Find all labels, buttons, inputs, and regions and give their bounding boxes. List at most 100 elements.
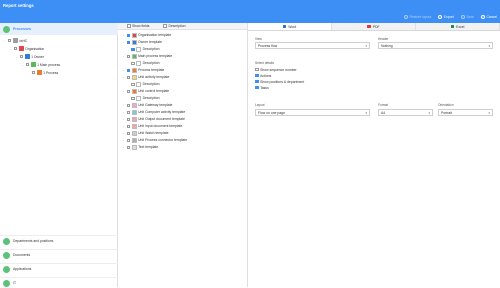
- template-row[interactable]: › Unit Watch template: [118, 130, 248, 137]
- template-row[interactable]: › Unit activity template: [118, 74, 248, 81]
- template-checkbox[interactable]: [126, 145, 131, 150]
- expand-icon[interactable]: ›: [122, 75, 125, 79]
- detail-option-label: Tasks: [260, 85, 269, 90]
- template-checkbox[interactable]: [126, 89, 131, 94]
- template-row[interactable]: › Unit Process connector template: [118, 137, 248, 144]
- action-0-button[interactable]: Restore layout: [404, 15, 431, 19]
- template-checkbox[interactable]: [126, 33, 131, 38]
- template-checkbox[interactable]: [126, 103, 131, 108]
- tab-1-icon: [367, 24, 371, 29]
- template-checkbox[interactable]: [131, 61, 135, 66]
- template-checkbox[interactable]: [131, 82, 135, 87]
- tree-node-checkbox[interactable]: [7, 38, 12, 43]
- template-checkbox[interactable]: [126, 75, 131, 80]
- tree-node[interactable]: − 1 Owner: [15, 53, 44, 60]
- template-checkbox[interactable]: [126, 124, 131, 129]
- nav-item[interactable]: Applications: [0, 263, 118, 274]
- header-select[interactable]: Nothing ▾: [378, 42, 493, 49]
- expand-icon[interactable]: ›: [122, 89, 125, 93]
- template-label: Description: [142, 82, 160, 87]
- expand-icon[interactable]: ›: [122, 131, 125, 135]
- template-checkbox[interactable]: [126, 54, 131, 59]
- expand-icon[interactable]: ›: [122, 138, 125, 142]
- expand-icon[interactable]: ›: [122, 103, 125, 107]
- description-label: Description: [168, 24, 186, 28]
- expand-icon[interactable]: ›: [122, 145, 125, 149]
- template-row[interactable]: › Owner template: [118, 39, 248, 46]
- template-row[interactable]: › Unit Computer activity template: [118, 109, 248, 116]
- tree-node-checkbox[interactable]: [25, 62, 30, 67]
- template-row[interactable]: › Unit Output document template: [118, 116, 248, 123]
- detail-option[interactable]: Tasks: [255, 85, 269, 90]
- detail-option[interactable]: Actions: [255, 73, 271, 78]
- tree-node[interactable]: − 1 Main process: [21, 61, 60, 68]
- nav-item[interactable]: Documents: [0, 249, 118, 260]
- detail-option[interactable]: Show sequence number: [255, 67, 297, 72]
- detail-option-checkbox[interactable]: [255, 85, 259, 90]
- template-checkbox[interactable]: [131, 96, 135, 101]
- template-checkbox[interactable]: [126, 131, 131, 136]
- template-label: Unit Gateway template: [138, 103, 173, 108]
- expand-icon[interactable]: ›: [122, 33, 125, 37]
- template-icon: [131, 74, 137, 80]
- description-checkbox[interactable]: [163, 24, 168, 28]
- show-fields-toggle[interactable]: Show fields: [127, 24, 149, 28]
- export-settings-panel: Word PDF Excel View Process flow ▾ Header N…: [248, 23, 500, 287]
- tree-toggle-icon[interactable]: −: [21, 63, 24, 67]
- tree-node[interactable]: 1 Process: [27, 69, 58, 76]
- detail-option-checkbox[interactable]: [255, 79, 259, 84]
- description-toggle[interactable]: Description: [163, 24, 186, 28]
- tree-node-checkbox[interactable]: [19, 54, 24, 59]
- template-checkbox[interactable]: [126, 40, 131, 45]
- show-fields-checkbox[interactable]: [127, 24, 131, 28]
- layout-select[interactable]: Flow on one page ▾: [255, 109, 370, 116]
- processes-section-header[interactable]: Processes: [0, 23, 118, 35]
- template-row[interactable]: › Unit control template: [118, 88, 248, 95]
- format-select[interactable]: A4 ▾: [378, 109, 433, 116]
- template-checkbox[interactable]: [126, 138, 131, 143]
- tree-node[interactable]: − Organisation: [9, 45, 44, 52]
- detail-option[interactable]: Show positions & department: [255, 79, 304, 84]
- template-row[interactable]: › Unit Gateway template: [118, 102, 248, 109]
- template-row[interactable]: Description: [118, 46, 248, 53]
- orientation-select[interactable]: Portrait ▾: [438, 109, 493, 116]
- action-3-button[interactable]: Cancel: [480, 15, 497, 19]
- template-row[interactable]: › Unit Input document template: [118, 123, 248, 130]
- detail-option-checkbox[interactable]: [255, 73, 259, 78]
- tree-toggle-icon[interactable]: −: [3, 39, 6, 43]
- action-1-button[interactable]: Export: [438, 15, 454, 19]
- template-label: Unit Watch template: [138, 131, 169, 136]
- template-checkbox[interactable]: [126, 110, 131, 115]
- template-row[interactable]: › Main process template: [118, 53, 248, 60]
- template-row[interactable]: › Text template: [118, 144, 248, 151]
- expand-icon[interactable]: ›: [122, 110, 125, 114]
- tab-2[interactable]: Excel: [416, 23, 500, 30]
- template-checkbox[interactable]: [131, 47, 135, 52]
- template-row[interactable]: Description: [118, 95, 248, 102]
- template-row[interactable]: Description: [118, 60, 248, 67]
- tree-node-checkbox[interactable]: [31, 70, 36, 75]
- action-2-button[interactable]: Save: [460, 15, 474, 19]
- template-checkbox[interactable]: [126, 117, 131, 122]
- template-row[interactable]: › Organisation template: [118, 32, 248, 39]
- nav-item[interactable]: Departments and positions: [0, 235, 118, 246]
- expand-icon[interactable]: ›: [122, 54, 125, 58]
- expand-icon[interactable]: ›: [122, 117, 125, 121]
- tree-toggle-icon[interactable]: −: [9, 47, 12, 51]
- tree-toggle-icon[interactable]: −: [15, 55, 18, 59]
- template-label: Description: [142, 61, 160, 66]
- expand-icon[interactable]: ›: [122, 68, 125, 72]
- layout-label: Layout: [255, 103, 265, 107]
- tab-0[interactable]: Word: [248, 23, 332, 30]
- template-row[interactable]: Description: [118, 81, 248, 88]
- detail-option-checkbox[interactable]: [255, 67, 259, 72]
- expand-icon[interactable]: ›: [122, 124, 125, 128]
- tree-node-checkbox[interactable]: [13, 46, 18, 51]
- tab-1[interactable]: PDF: [332, 23, 416, 30]
- template-row[interactable]: › Process template: [118, 67, 248, 74]
- expand-icon[interactable]: ›: [122, 40, 125, 44]
- tree-node[interactable]: − xxHC: [3, 37, 27, 44]
- view-select[interactable]: Process flow ▾: [255, 42, 370, 49]
- template-checkbox[interactable]: [126, 68, 131, 73]
- nav-item[interactable]: IT: [0, 277, 118, 288]
